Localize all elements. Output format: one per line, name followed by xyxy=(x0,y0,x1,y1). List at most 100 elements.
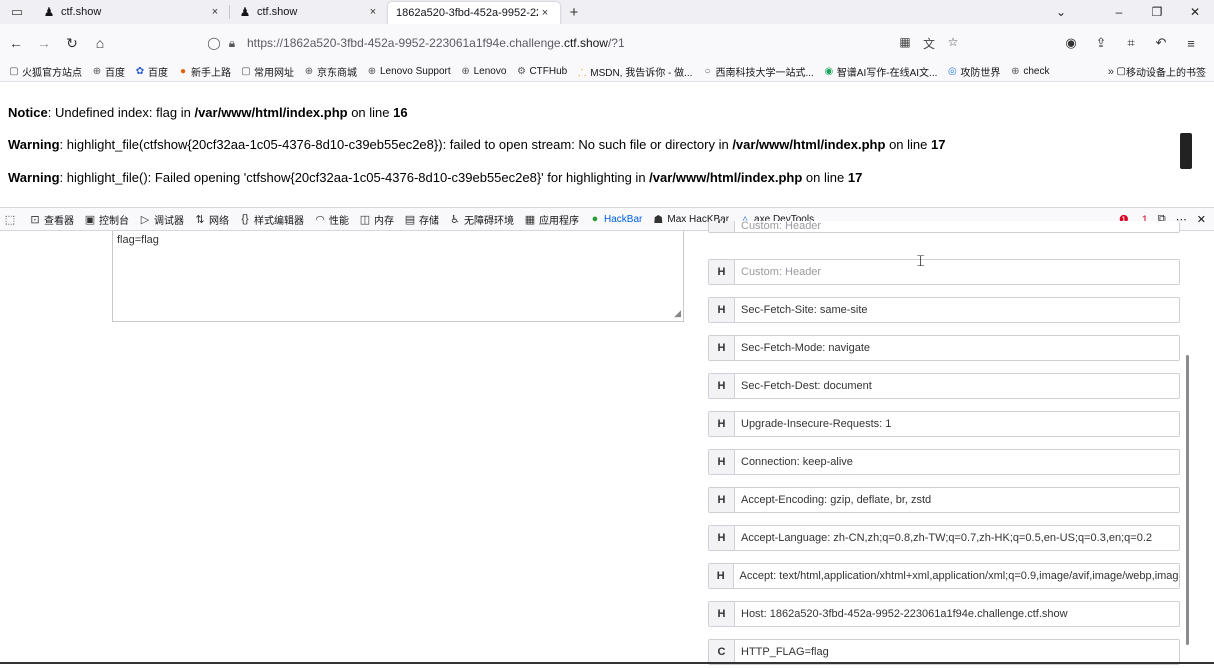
devtools-tab[interactable]: ⇅ 网络 xyxy=(194,212,229,227)
header-type-toggle[interactable]: H xyxy=(709,298,735,322)
back-button[interactable]: ← xyxy=(4,35,28,51)
side-handle[interactable] xyxy=(1180,133,1192,169)
tab-list-dropdown-icon[interactable]: ⌄ xyxy=(1042,5,1080,19)
extension-icon[interactable]: ⌗ xyxy=(1116,35,1146,51)
post-body-textarea[interactable]: flag=flag ◢ xyxy=(112,231,684,322)
devtools-tab[interactable]: ▤ 存储 xyxy=(404,212,439,227)
header-type-toggle[interactable]: H xyxy=(709,260,735,284)
resize-handle-icon[interactable]: ◢ xyxy=(674,308,681,319)
account-icon[interactable]: ◉ xyxy=(1056,35,1086,51)
devtools-tab[interactable]: ▷ 调试器 xyxy=(139,212,184,227)
header-value-input[interactable]: Sec-Fetch-Mode: navigate xyxy=(735,342,870,354)
header-row[interactable]: HCustom: Header xyxy=(708,259,1180,285)
shield-icon[interactable]: ◯ xyxy=(205,36,223,50)
bookmark-item[interactable]: ◎ 攻防世界 xyxy=(946,64,1000,79)
devtools-tab[interactable]: ◠ 性能 xyxy=(314,212,349,227)
url-bar[interactable]: ◯ 🔒︎ https://1862a520-3fbd-452a-9952-223… xyxy=(205,30,965,56)
new-tab-button[interactable]: + xyxy=(560,4,588,21)
header-value-input[interactable]: Sec-Fetch-Dest: document xyxy=(735,380,872,392)
header-value-input[interactable]: Connection: keep-alive xyxy=(735,456,853,468)
header-value-input[interactable]: Accept-Language: zh-CN,zh;q=0.8,zh-TW;q=… xyxy=(735,532,1152,544)
devtools-tab[interactable]: ▦ 应用程序 xyxy=(524,212,579,227)
tab-overview-icon[interactable]: ▭ xyxy=(0,0,34,24)
header-value-input[interactable]: Custom: Header xyxy=(735,266,821,278)
bookmark-item[interactable]: ◉ 智谱AI写作-在线AI文... xyxy=(823,64,937,79)
bookmark-item[interactable]: ✿ 百度 xyxy=(134,64,168,79)
max-hackbar-icon: ☗ xyxy=(653,213,664,226)
share-icon[interactable]: ⇪ xyxy=(1086,35,1116,51)
qr-code-icon[interactable]: ▦ xyxy=(893,35,917,52)
header-row[interactable]: H Host: 1862a520-3fbd-452a-9952-223061a1f… xyxy=(708,601,1180,627)
header-type-toggle[interactable]: H xyxy=(709,336,735,360)
minimize-button[interactable]: – xyxy=(1100,5,1138,19)
devtools-tab[interactable]: ⊡ 查看器 xyxy=(29,212,74,227)
header-type-toggle[interactable]: H xyxy=(709,564,734,588)
header-type-toggle[interactable]: H xyxy=(709,488,735,512)
header-value-input[interactable]: Upgrade-Insecure-Requests: 1 xyxy=(735,418,891,430)
bookmark-item[interactable]: ▢ 常用网址 xyxy=(240,64,294,79)
bookmark-item[interactable]: ○ 西南科技大学一站式... xyxy=(701,64,813,79)
undo-icon[interactable]: ↶ xyxy=(1146,35,1176,51)
toolbar-right: ◉ ⇪ ⌗ ↶ ≡ xyxy=(1056,24,1206,62)
bookmark-item[interactable]: ⊕ check xyxy=(1009,66,1049,77)
header-value-input[interactable]: Sec-Fetch-Site: same-site xyxy=(735,304,868,316)
close-icon[interactable]: × xyxy=(538,7,552,19)
translate-icon[interactable]: 文 xyxy=(917,35,941,52)
bookmark-item[interactable]: ⚙ CTFHub xyxy=(515,66,567,77)
header-type-toggle[interactable]: H xyxy=(709,526,735,550)
header-value-input[interactable]: Host: 1862a520-3fbd-452a-9952-223061a1f9… xyxy=(735,608,1068,620)
header-type-toggle[interactable]: H xyxy=(709,450,735,474)
header-row[interactable]: H Accept-Encoding: gzip, deflate, br, zst… xyxy=(708,487,1180,513)
element-picker-icon[interactable]: ⬚ xyxy=(4,213,19,226)
tab-3-active[interactable]: 1862a520-3fbd-452a-9952-2230 × xyxy=(388,2,560,24)
forward-button[interactable]: → xyxy=(32,35,56,51)
tab-1[interactable]: ♟ ctf.show × xyxy=(34,0,230,24)
bookmarks-overflow-button[interactable]: » xyxy=(1108,66,1114,78)
header-row[interactable]: H Accept: text/html,application/xhtml+xml… xyxy=(708,563,1180,589)
header-type-toggle[interactable]: H xyxy=(709,221,735,232)
header-row[interactable]: H Sec-Fetch-Site: same-site xyxy=(708,297,1180,323)
bookmark-item[interactable]: ⸫ MSDN, 我告诉你 - 做... xyxy=(576,64,692,80)
bookmark-item[interactable]: ⊕ Lenovo xyxy=(460,66,506,77)
devtools-tab[interactable]: ♿︎ 无障碍环境 xyxy=(449,212,514,227)
header-row[interactable]: H Sec-Fetch-Dest: document xyxy=(708,373,1180,399)
header-value-input[interactable]: Accept: text/html,application/xhtml+xml,… xyxy=(734,570,1179,582)
header-type-toggle[interactable]: H xyxy=(709,602,735,626)
header-type-toggle[interactable]: H xyxy=(709,412,735,436)
header-type-toggle[interactable]: C xyxy=(709,640,735,664)
url-text[interactable]: https://1862a520-3fbd-452a-9952-223061a1… xyxy=(247,36,625,50)
mobile-bookmarks[interactable]: ▢ 移动设备上的书签 xyxy=(1117,64,1206,79)
header-row[interactable]: HCustom: Header xyxy=(708,221,1180,233)
window-close-button[interactable]: ✕ xyxy=(1176,5,1214,19)
close-icon[interactable]: × xyxy=(366,6,380,18)
bookmark-item[interactable]: ⊕ Lenovo Support xyxy=(366,66,451,77)
devtools-tab-hackbar[interactable]: ● HackBar xyxy=(589,213,643,225)
tab-title: ctf.show xyxy=(257,6,298,18)
bookmark-star-icon[interactable]: ☆ xyxy=(941,35,965,52)
header-value-input[interactable]: Custom: Header xyxy=(735,221,821,232)
bookmark-item[interactable]: ● 新手上路 xyxy=(177,64,231,79)
scrollbar[interactable] xyxy=(1186,355,1189,645)
restore-button[interactable]: ❐ xyxy=(1138,5,1176,19)
header-row[interactable]: H Sec-Fetch-Mode: navigate xyxy=(708,335,1180,361)
menu-icon[interactable]: ≡ xyxy=(1176,36,1206,51)
devtools-close-icon[interactable]: ✕ xyxy=(1197,213,1206,226)
header-row[interactable]: H Accept-Language: zh-CN,zh;q=0.8,zh-TW;q… xyxy=(708,525,1180,551)
header-value-input[interactable]: Accept-Encoding: gzip, deflate, br, zstd xyxy=(735,494,931,506)
bookmark-item[interactable]: ⊕ 京东商城 xyxy=(303,64,357,79)
devtools-tab[interactable]: {} 样式编辑器 xyxy=(239,212,304,227)
header-value-input[interactable]: HTTP_FLAG=flag xyxy=(735,646,829,658)
network-icon: ⇅ xyxy=(195,213,205,226)
bookmark-item[interactable]: ⊕ 百度 xyxy=(91,64,125,79)
lock-icon[interactable]: 🔒︎ xyxy=(223,36,241,51)
tab-2[interactable]: ♟ ctf.show × xyxy=(230,0,388,24)
home-button[interactable]: ⌂ xyxy=(88,35,112,51)
devtools-tab[interactable]: ◫ 内存 xyxy=(359,212,394,227)
reload-button[interactable]: ↻ xyxy=(60,35,84,52)
header-row[interactable]: H Upgrade-Insecure-Requests: 1 xyxy=(708,411,1180,437)
devtools-tab[interactable]: ▣ 控制台 xyxy=(84,212,129,227)
close-icon[interactable]: × xyxy=(208,6,222,18)
header-type-toggle[interactable]: H xyxy=(709,374,735,398)
bookmark-item[interactable]: ▢ 火狐官方站点 xyxy=(8,64,82,79)
header-row[interactable]: H Connection: keep-alive xyxy=(708,449,1180,475)
